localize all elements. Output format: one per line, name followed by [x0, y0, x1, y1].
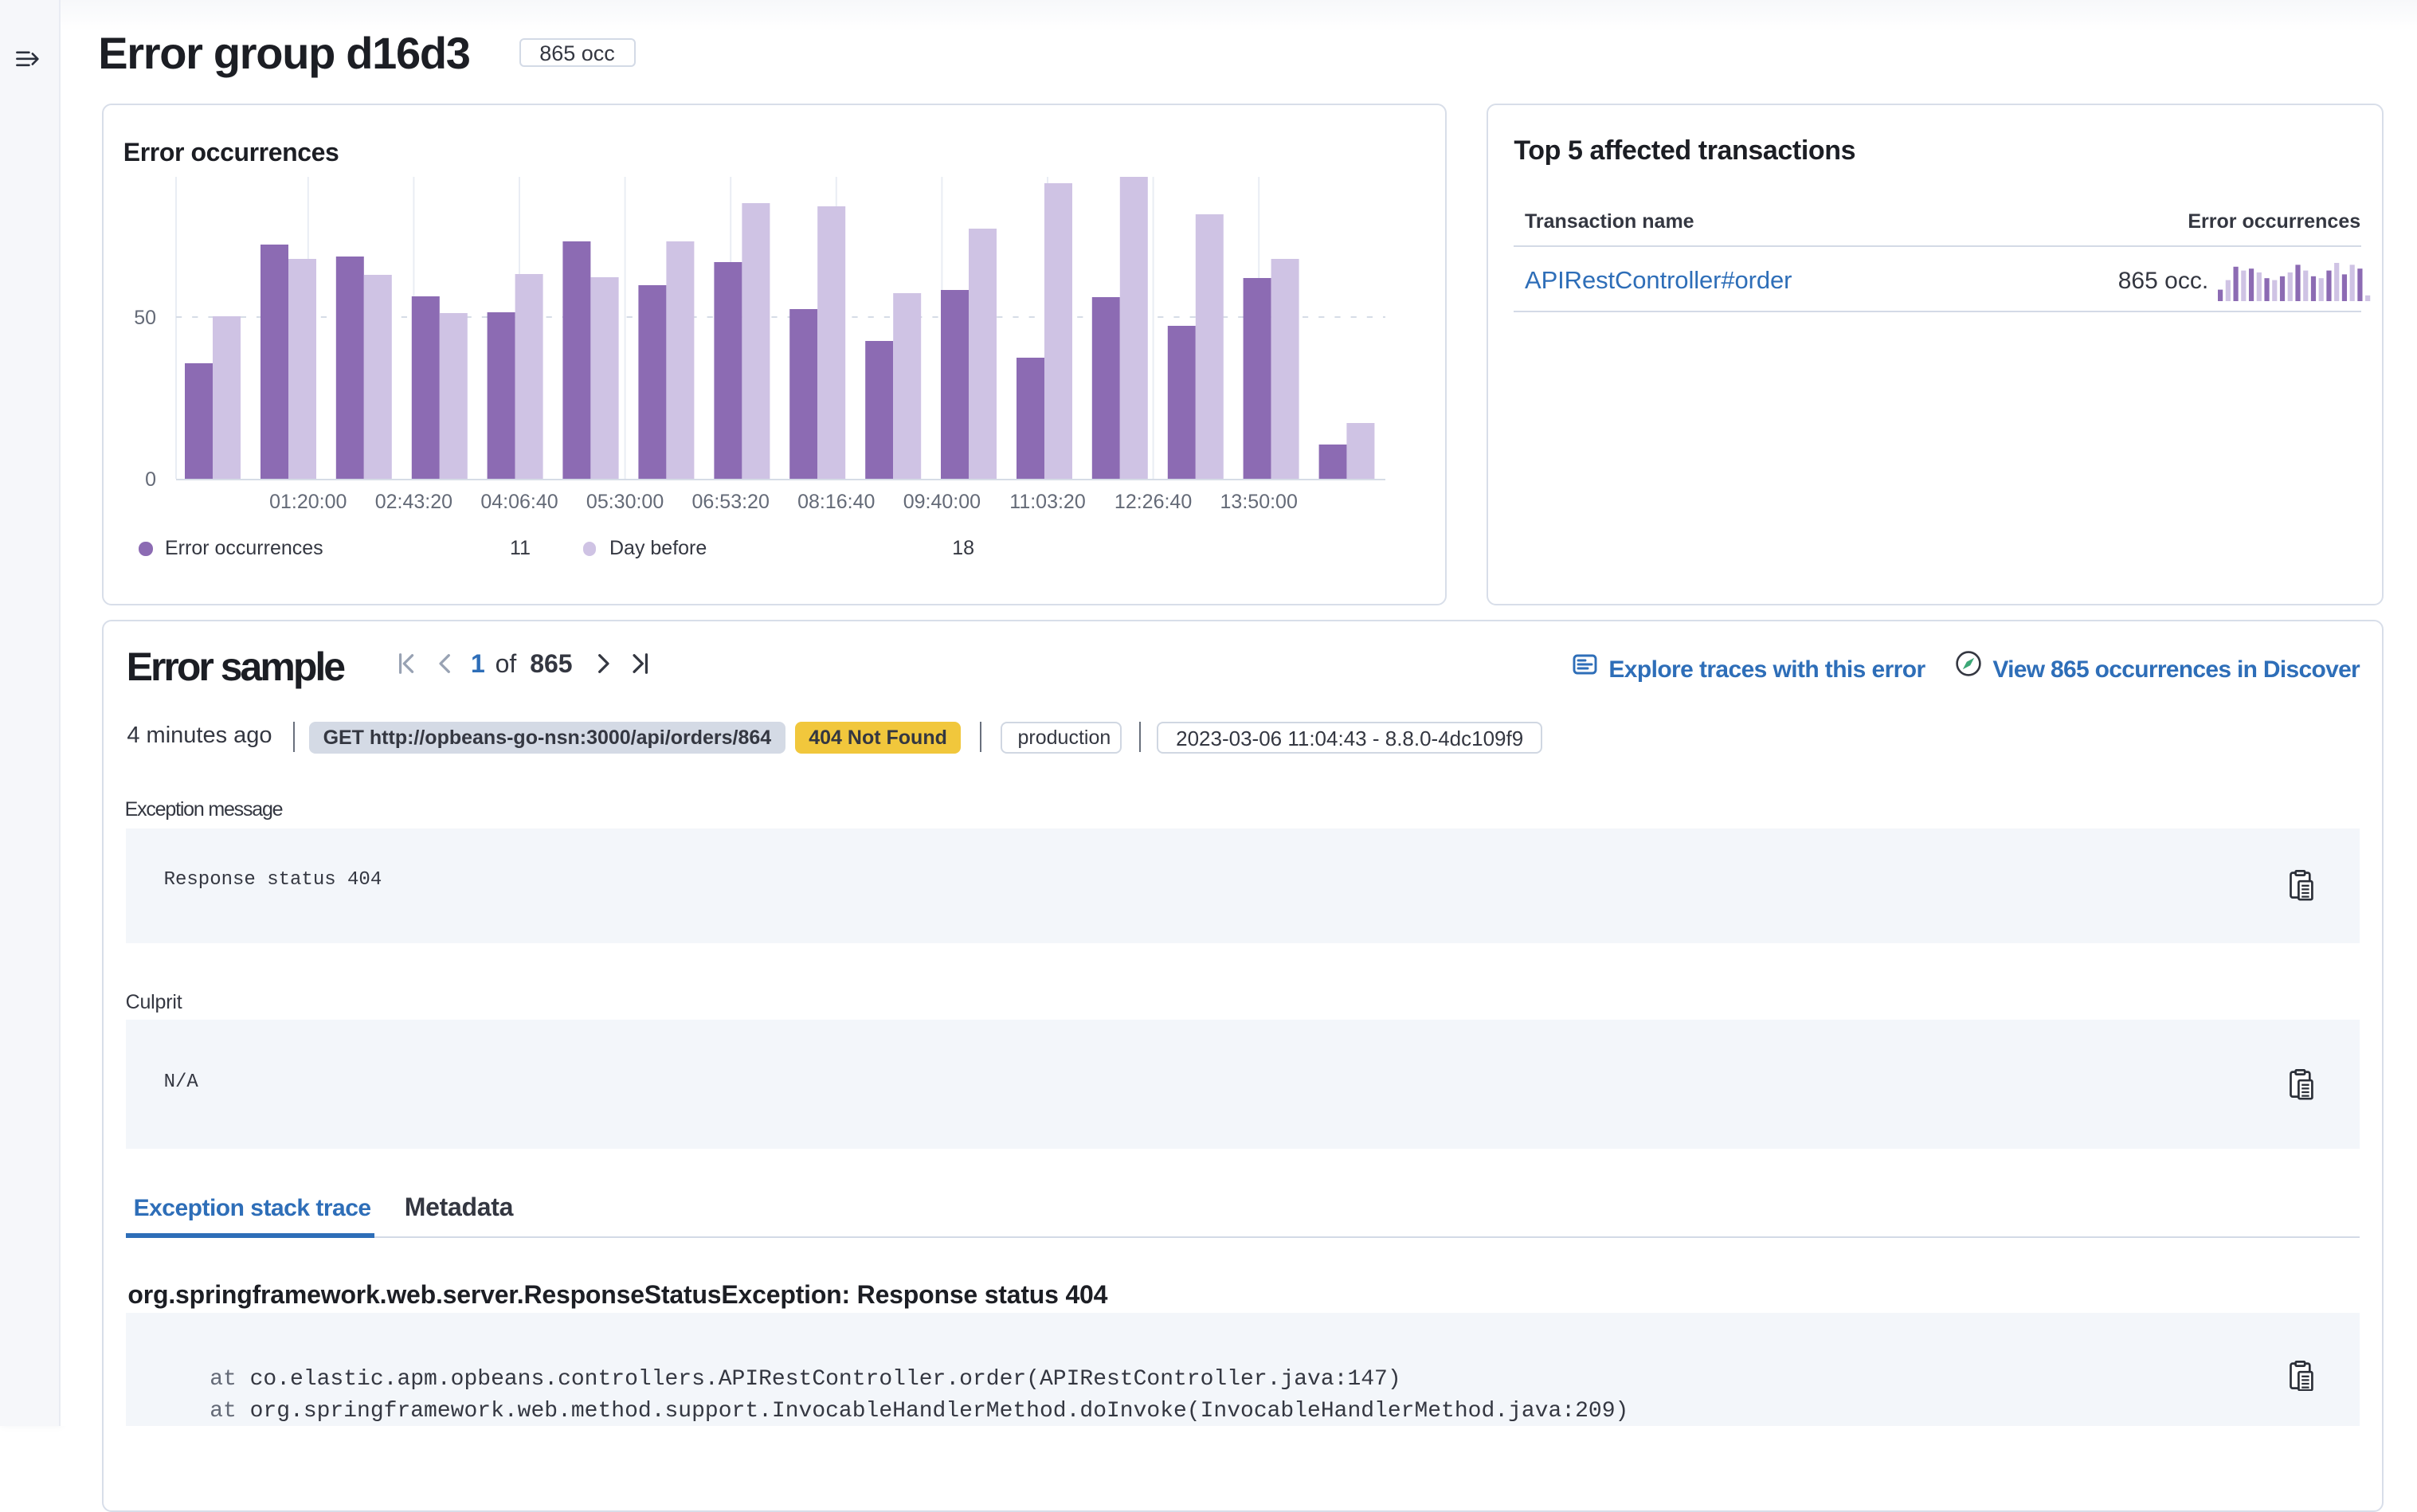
- svg-text:09:40:00: 09:40:00: [903, 490, 980, 512]
- svg-text:01:20:00: 01:20:00: [268, 490, 346, 512]
- svg-text:05:30:00: 05:30:00: [586, 490, 663, 512]
- svg-text:50: 50: [133, 306, 155, 328]
- svg-text:12:26:40: 12:26:40: [1114, 490, 1191, 512]
- svg-text:04:06:40: 04:06:40: [480, 490, 557, 512]
- svg-text:0: 0: [144, 468, 155, 490]
- svg-text:02:43:20: 02:43:20: [374, 490, 452, 512]
- svg-text:11:03:20: 11:03:20: [1009, 490, 1084, 512]
- svg-text:13:50:00: 13:50:00: [1220, 490, 1297, 512]
- svg-text:08:16:40: 08:16:40: [797, 490, 874, 512]
- svg-text:06:53:20: 06:53:20: [691, 490, 769, 512]
